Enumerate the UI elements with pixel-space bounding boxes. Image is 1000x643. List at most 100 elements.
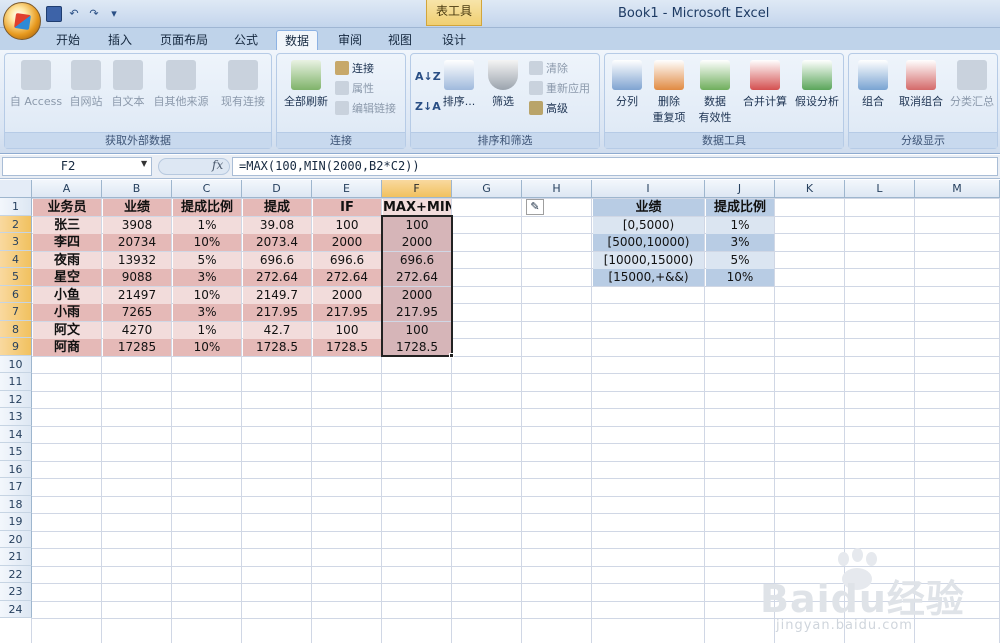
- clear-filter-button[interactable]: 清除: [529, 60, 568, 78]
- tab-review[interactable]: 审阅: [330, 30, 370, 50]
- table-cell[interactable]: 5%: [173, 251, 241, 269]
- sort-button[interactable]: 排序...: [439, 60, 479, 109]
- table-cell[interactable]: 10%: [173, 286, 241, 304]
- table-cell[interactable]: 13932: [103, 251, 171, 269]
- connections-button[interactable]: 连接: [335, 60, 374, 78]
- row-header-10[interactable]: 10: [0, 355, 32, 373]
- table-cell[interactable]: 1%: [173, 216, 241, 234]
- reapply-button[interactable]: 重新应用: [529, 80, 590, 98]
- row-header-24[interactable]: 24: [0, 600, 32, 618]
- from-access-button[interactable]: 自 Access: [9, 60, 63, 109]
- table-cell[interactable]: 217.95: [243, 304, 311, 321]
- group-button[interactable]: 组合: [853, 60, 893, 109]
- fill-handle[interactable]: [449, 352, 454, 358]
- column-header-d[interactable]: D: [242, 180, 312, 198]
- table-cell[interactable]: 17285: [103, 339, 171, 356]
- table-cell[interactable]: 20734: [103, 234, 171, 251]
- row-header-15[interactable]: 15: [0, 443, 32, 461]
- row-header-22[interactable]: 22: [0, 565, 32, 583]
- lookup-cell[interactable]: 10%: [706, 269, 774, 286]
- existing-connections-button[interactable]: 现有连接: [217, 60, 269, 109]
- row-header-23[interactable]: 23: [0, 583, 32, 601]
- table-cell[interactable]: 星空: [33, 269, 101, 286]
- lookup-cell[interactable]: [0,5000): [593, 216, 704, 234]
- table-header-cell[interactable]: 提成: [243, 199, 311, 216]
- properties-button[interactable]: 属性: [335, 80, 374, 98]
- table-cell[interactable]: 小鱼: [33, 286, 101, 304]
- table-cell[interactable]: 张三: [33, 216, 101, 234]
- table-cell[interactable]: 272.64: [313, 269, 381, 286]
- office-button[interactable]: [3, 2, 41, 40]
- table-cell[interactable]: 1728.5: [243, 339, 311, 356]
- tab-view[interactable]: 视图: [380, 30, 420, 50]
- filter-button[interactable]: 筛选: [485, 60, 521, 109]
- redo-icon[interactable]: ↷: [86, 6, 102, 22]
- table-header-cell[interactable]: 业务员: [33, 199, 101, 216]
- table-cell[interactable]: 10%: [173, 234, 241, 251]
- tab-insert[interactable]: 插入: [100, 30, 140, 50]
- table-header-cell[interactable]: 业绩: [103, 199, 171, 216]
- column-header-j[interactable]: J: [705, 180, 775, 198]
- table-header-cell[interactable]: 提成比例: [173, 199, 241, 216]
- table-cell[interactable]: 21497: [103, 286, 171, 304]
- row-header-9[interactable]: 9: [0, 338, 32, 356]
- tab-formulas[interactable]: 公式: [226, 30, 266, 50]
- ungroup-button[interactable]: 取消组合: [895, 60, 947, 109]
- advanced-filter-button[interactable]: 高级: [529, 100, 568, 118]
- save-icon[interactable]: [46, 6, 62, 22]
- lookup-cell[interactable]: [10000,15000): [593, 251, 704, 269]
- table-cell[interactable]: 阿商: [33, 339, 101, 356]
- table-cell[interactable]: 2000: [313, 234, 381, 251]
- customize-qat-icon[interactable]: ▾: [106, 6, 122, 22]
- paste-options-icon[interactable]: ✎: [526, 199, 544, 215]
- column-header-f[interactable]: F: [382, 180, 452, 198]
- from-text-button[interactable]: 自文本: [107, 60, 149, 109]
- column-header-e[interactable]: E: [312, 180, 382, 198]
- row-header-7[interactable]: 7: [0, 303, 32, 321]
- table-cell[interactable]: 2000: [313, 286, 381, 304]
- column-header-a[interactable]: A: [32, 180, 102, 198]
- table-cell[interactable]: 39.08: [243, 216, 311, 234]
- what-if-analysis-button[interactable]: 假设分析: [791, 60, 843, 109]
- lookup-header-cell[interactable]: 提成比例: [706, 199, 774, 216]
- column-header-m[interactable]: M: [915, 180, 1000, 198]
- table-cell[interactable]: 100: [313, 321, 381, 339]
- column-header-h[interactable]: H: [522, 180, 592, 198]
- subtotal-button[interactable]: 分类汇总: [947, 60, 997, 109]
- table-cell[interactable]: 100: [313, 216, 381, 234]
- table-header-cell[interactable]: MAX+MIN: [383, 199, 451, 216]
- column-header-g[interactable]: G: [452, 180, 522, 198]
- table-cell[interactable]: 1%: [173, 321, 241, 339]
- table-cell[interactable]: 7265: [103, 304, 171, 321]
- name-box[interactable]: F2: [2, 157, 152, 176]
- row-header-2[interactable]: 2: [0, 215, 32, 233]
- row-header-1[interactable]: 1: [0, 198, 32, 216]
- lookup-cell[interactable]: [5000,10000): [593, 234, 704, 251]
- lookup-cell[interactable]: [15000,+&&): [593, 269, 704, 286]
- name-box-dropdown-icon[interactable]: ▼: [141, 159, 147, 168]
- row-header-4[interactable]: 4: [0, 250, 32, 268]
- table-cell[interactable]: 42.7: [243, 321, 311, 339]
- edit-links-button[interactable]: 编辑链接: [335, 100, 396, 118]
- table-cell[interactable]: 夜雨: [33, 251, 101, 269]
- select-all-corner[interactable]: [0, 180, 32, 198]
- row-header-20[interactable]: 20: [0, 530, 32, 548]
- row-header-19[interactable]: 19: [0, 513, 32, 531]
- row-header-14[interactable]: 14: [0, 425, 32, 443]
- data-validation-button[interactable]: 数据 有效性: [693, 60, 737, 125]
- table-cell[interactable]: 李四: [33, 234, 101, 251]
- table-cell[interactable]: 4270: [103, 321, 171, 339]
- lookup-header-cell[interactable]: 业绩: [593, 199, 704, 216]
- table-cell[interactable]: 10%: [173, 339, 241, 356]
- refresh-all-button[interactable]: 全部刷新: [279, 60, 333, 109]
- table-cell[interactable]: 696.6: [313, 251, 381, 269]
- table-cell[interactable]: 2073.4: [243, 234, 311, 251]
- tab-home[interactable]: 开始: [48, 30, 88, 50]
- undo-icon[interactable]: ↶: [66, 6, 82, 22]
- row-header-17[interactable]: 17: [0, 478, 32, 496]
- insert-function-icon[interactable]: fx: [212, 158, 223, 172]
- row-header-8[interactable]: 8: [0, 320, 32, 338]
- column-header-l[interactable]: L: [845, 180, 915, 198]
- table-cell[interactable]: 1728.5: [313, 339, 381, 356]
- table-cell[interactable]: 2149.7: [243, 286, 311, 304]
